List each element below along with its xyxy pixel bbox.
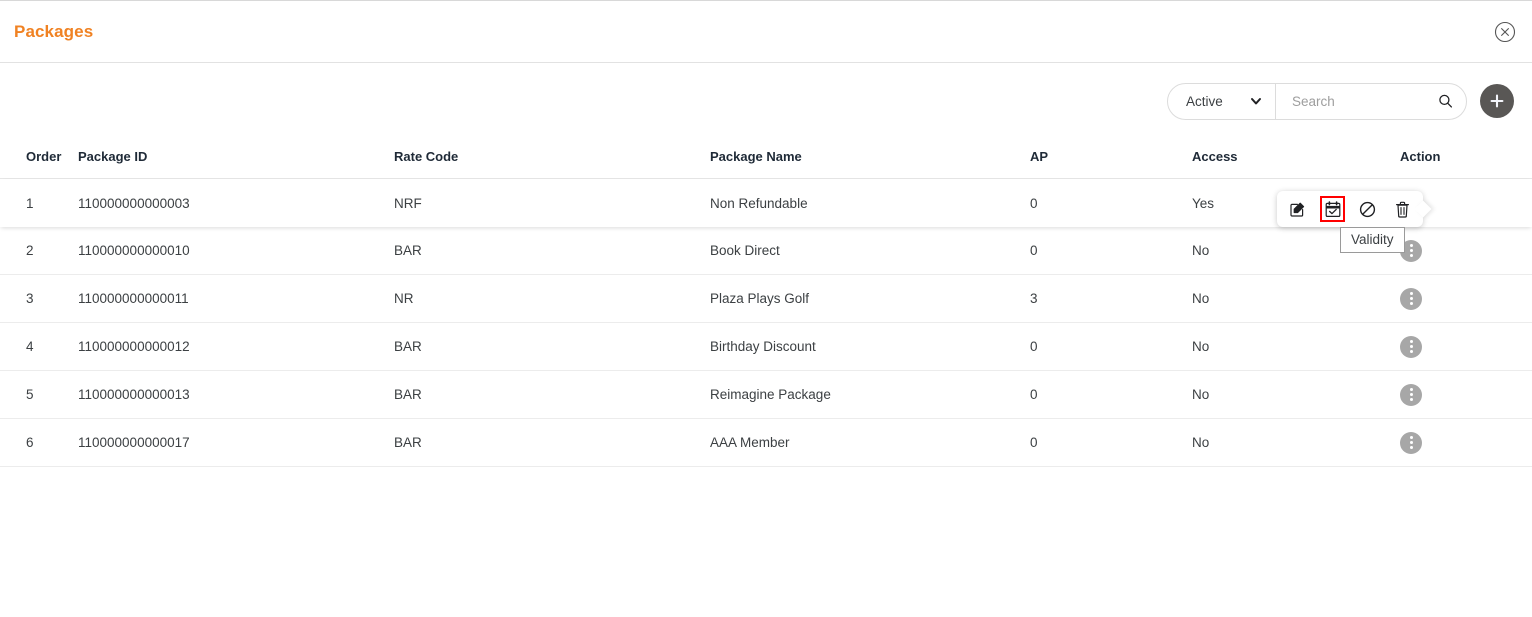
plus-icon [1489, 93, 1505, 109]
column-header-package-id: Package ID [78, 149, 394, 164]
table-row[interactable]: 4 110000000000012 BAR Birthday Discount … [0, 323, 1532, 371]
cell-rate-code: BAR [394, 243, 710, 258]
cell-ap: 0 [1030, 339, 1192, 354]
cell-package-id: 110000000000010 [78, 243, 394, 258]
cell-ap: 3 [1030, 291, 1192, 306]
cell-package-id: 110000000000011 [78, 291, 394, 306]
column-header-action: Action [1400, 149, 1532, 164]
cell-package-name: Book Direct [710, 243, 1030, 258]
cell-access: No [1192, 339, 1400, 354]
calendar-check-icon[interactable] [1324, 200, 1341, 218]
column-header-package-name: Package Name [710, 149, 1030, 164]
table-header-row: Order Package ID Rate Code Package Name … [0, 139, 1532, 179]
cell-package-name: Non Refundable [710, 196, 1030, 211]
page-title: Packages [14, 22, 93, 42]
packages-table: Order Package ID Rate Code Package Name … [0, 139, 1532, 467]
trash-icon[interactable] [1394, 200, 1411, 218]
row-menu-icon[interactable] [1400, 288, 1422, 310]
cell-package-id: 110000000000012 [78, 339, 394, 354]
cell-action [1400, 336, 1532, 358]
cell-access: No [1192, 435, 1400, 450]
cell-ap: 0 [1030, 243, 1192, 258]
row-menu-icon[interactable] [1400, 336, 1422, 358]
cell-package-id: 110000000000003 [78, 196, 394, 211]
add-package-button[interactable] [1480, 84, 1514, 118]
cell-action [1400, 384, 1532, 406]
cell-access: No [1192, 291, 1400, 306]
tooltip-validity: Validity [1340, 227, 1405, 253]
row-action-popup [1277, 191, 1423, 227]
toolbar: Active [0, 63, 1532, 139]
search-icon[interactable] [1438, 94, 1453, 109]
filter-search-group: Active [1167, 83, 1467, 120]
cell-access: No [1192, 387, 1400, 402]
table-row[interactable]: 2 110000000000010 BAR Book Direct 0 No [0, 227, 1532, 275]
cell-package-name: AAA Member [710, 435, 1030, 450]
title-bar: Packages [0, 1, 1532, 63]
column-header-access: Access [1192, 149, 1400, 164]
cell-order: 4 [0, 339, 78, 354]
cell-ap: 0 [1030, 435, 1192, 450]
table-row[interactable]: 6 110000000000017 BAR AAA Member 0 No [0, 419, 1532, 467]
cell-ap: 0 [1030, 387, 1192, 402]
chevron-down-icon [1249, 94, 1263, 108]
cell-order: 1 [0, 196, 78, 211]
column-header-rate-code: Rate Code [394, 149, 710, 164]
cell-package-name: Plaza Plays Golf [710, 291, 1030, 306]
cell-order: 6 [0, 435, 78, 450]
cell-rate-code: BAR [394, 387, 710, 402]
table-row[interactable]: 3 110000000000011 NR Plaza Plays Golf 3 … [0, 275, 1532, 323]
cell-order: 2 [0, 243, 78, 258]
table-row[interactable]: 5 110000000000013 BAR Reimagine Package … [0, 371, 1532, 419]
cell-action [1400, 288, 1532, 310]
cell-order: 5 [0, 387, 78, 402]
cell-package-id: 110000000000013 [78, 387, 394, 402]
cell-action [1400, 240, 1532, 262]
row-menu-icon[interactable] [1400, 432, 1422, 454]
row-menu-icon[interactable] [1400, 384, 1422, 406]
cell-action [1400, 432, 1532, 454]
cell-package-name: Birthday Discount [710, 339, 1030, 354]
column-header-order: Order [0, 149, 78, 164]
edit-pencil-icon[interactable] [1289, 200, 1306, 218]
close-circle-icon[interactable] [1494, 21, 1516, 43]
cell-package-name: Reimagine Package [710, 387, 1030, 402]
cell-ap: 0 [1030, 196, 1192, 211]
cell-order: 3 [0, 291, 78, 306]
status-filter-dropdown[interactable]: Active [1168, 84, 1276, 119]
cell-rate-code: NR [394, 291, 710, 306]
cell-rate-code: BAR [394, 435, 710, 450]
search-field-wrapper [1276, 84, 1466, 119]
cell-rate-code: NRF [394, 196, 710, 211]
packages-panel: Packages Active [0, 0, 1532, 617]
block-circle-icon[interactable] [1359, 200, 1376, 218]
column-header-ap: AP [1030, 149, 1192, 164]
status-filter-value: Active [1186, 94, 1223, 109]
cell-rate-code: BAR [394, 339, 710, 354]
cell-package-id: 110000000000017 [78, 435, 394, 450]
